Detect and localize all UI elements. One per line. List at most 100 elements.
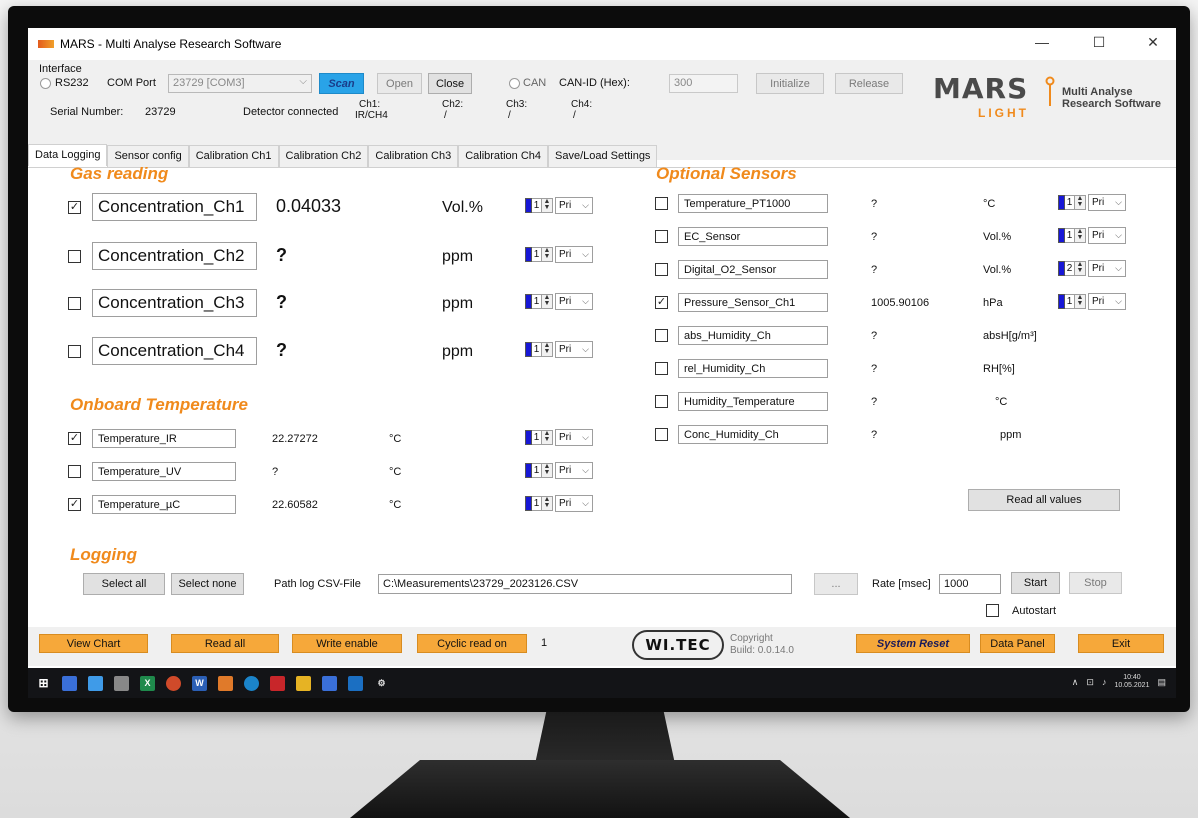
- temperature-uc-name[interactable]: Temperature_µC: [92, 495, 236, 514]
- concentration-ch1-name[interactable]: Concentration_Ch1: [92, 193, 257, 221]
- humidity-temperature-name[interactable]: Humidity_Temperature: [678, 392, 828, 411]
- priority-select[interactable]: Pri ⌵: [555, 197, 593, 214]
- close-icon[interactable]: ✕: [1139, 34, 1167, 51]
- read-all-button[interactable]: Read all: [171, 634, 279, 653]
- write-enable-button[interactable]: Write enable: [292, 634, 402, 653]
- concentration-ch1-checkbox[interactable]: ✓: [68, 201, 81, 214]
- spin-updown-icon[interactable]: ▲ ▼: [1075, 294, 1086, 309]
- speaker-icon[interactable]: ♪: [1102, 677, 1107, 687]
- series-color-swatch[interactable]: [525, 430, 532, 445]
- series-color-swatch[interactable]: [525, 294, 532, 309]
- priority-select[interactable]: Pri ⌵: [555, 429, 593, 446]
- spin-updown-icon[interactable]: ▲ ▼: [542, 342, 553, 357]
- priority-select[interactable]: Pri ⌵: [1088, 260, 1126, 277]
- pdf-icon[interactable]: [270, 675, 285, 691]
- close-button[interactable]: Close: [428, 73, 472, 94]
- tray-arrow-icon[interactable]: ∧: [1072, 677, 1079, 688]
- release-button[interactable]: Release: [835, 73, 903, 94]
- system-reset-button[interactable]: System Reset: [856, 634, 970, 653]
- temperature-ir-checkbox[interactable]: ✓: [68, 432, 81, 445]
- spin-updown-icon[interactable]: ▲ ▼: [1075, 228, 1086, 243]
- series-color-swatch[interactable]: [525, 342, 532, 357]
- path-log-input[interactable]: C:\Measurements\23729_2023126.CSV: [378, 574, 792, 594]
- cyclic-read-on-button[interactable]: Cyclic read on: [417, 634, 527, 653]
- excel-icon[interactable]: X: [140, 675, 155, 691]
- priority-select[interactable]: Pri ⌵: [1088, 293, 1126, 310]
- spin-updown-icon[interactable]: ▲ ▼: [542, 496, 553, 511]
- pressure-sensor-ch1-name[interactable]: Pressure_Sensor_Ch1: [678, 293, 828, 312]
- concentration-ch3-name[interactable]: Concentration_Ch3: [92, 289, 257, 317]
- tab-calibration-ch2[interactable]: Calibration Ch2: [278, 145, 369, 167]
- spin-updown-icon[interactable]: ▲ ▼: [542, 294, 553, 309]
- maximize-icon[interactable]: ☐: [1085, 34, 1113, 51]
- spin-updown-icon[interactable]: ▲ ▼: [1075, 261, 1086, 276]
- spin-value[interactable]: 1: [1065, 294, 1075, 309]
- start-button[interactable]: Start: [1011, 572, 1060, 594]
- app-icon-1[interactable]: [88, 675, 103, 691]
- tab-calibration-ch1[interactable]: Calibration Ch1: [188, 145, 279, 167]
- spin-value[interactable]: 1: [532, 430, 542, 445]
- temperature-uc-checkbox[interactable]: ✓: [68, 498, 81, 511]
- digital-o2-sensor-name[interactable]: Digital_O2_Sensor: [678, 260, 828, 279]
- concentration-ch2-checkbox[interactable]: [68, 250, 81, 263]
- rel-humidity-name[interactable]: rel_Humidity_Ch: [678, 359, 828, 378]
- priority-select[interactable]: Pri ⌵: [555, 246, 593, 263]
- series-color-swatch[interactable]: [1058, 294, 1065, 309]
- series-color-swatch[interactable]: [1058, 195, 1065, 210]
- tab-data-logging[interactable]: Data Logging: [28, 144, 108, 166]
- spin-updown-icon[interactable]: ▲ ▼: [542, 198, 553, 213]
- notification-icon[interactable]: ▤: [1157, 677, 1166, 688]
- concentration-ch4-name[interactable]: Concentration_Ch4: [92, 337, 257, 365]
- temperature-pt1000-checkbox[interactable]: [655, 197, 668, 210]
- minimize-icon[interactable]: —: [1028, 34, 1056, 50]
- word-icon[interactable]: W: [192, 675, 207, 691]
- temperature-uv-name[interactable]: Temperature_UV: [92, 462, 236, 481]
- select-all-button[interactable]: Select all: [83, 573, 165, 595]
- spin-value[interactable]: 2: [1065, 261, 1075, 276]
- tab-calibration-ch3[interactable]: Calibration Ch3: [368, 145, 459, 167]
- network-icon[interactable]: ⊡: [1086, 677, 1094, 688]
- temperature-pt1000-name[interactable]: Temperature_PT1000: [678, 194, 828, 213]
- spin-value[interactable]: 1: [532, 496, 542, 511]
- humidity-temperature-checkbox[interactable]: [655, 395, 668, 408]
- can-radio[interactable]: [509, 78, 520, 89]
- temperature-uv-checkbox[interactable]: [68, 465, 81, 478]
- rs232-radio[interactable]: [40, 78, 51, 89]
- priority-select[interactable]: Pri ⌵: [555, 341, 593, 358]
- tab-save-load-settings[interactable]: Save/Load Settings: [548, 145, 658, 167]
- view-chart-button[interactable]: View Chart: [39, 634, 148, 653]
- data-panel-button[interactable]: Data Panel: [980, 634, 1055, 653]
- com-port-select[interactable]: 23729 [COM3] ⌵: [168, 74, 312, 93]
- taskview-icon[interactable]: [62, 675, 77, 691]
- app-icon-3[interactable]: [322, 675, 337, 691]
- mars-app-icon[interactable]: [218, 675, 233, 691]
- series-color-swatch[interactable]: [525, 198, 532, 213]
- clock[interactable]: 10:40 10.05.2021: [1114, 674, 1149, 690]
- priority-select[interactable]: Pri ⌵: [555, 495, 593, 512]
- folder-icon[interactable]: [296, 675, 311, 691]
- priority-select[interactable]: Pri ⌵: [555, 462, 593, 479]
- conc-humidity-checkbox[interactable]: [655, 428, 668, 441]
- scan-button[interactable]: Scan: [319, 73, 364, 94]
- spin-updown-icon[interactable]: ▲ ▼: [1075, 195, 1086, 210]
- ec-sensor-checkbox[interactable]: [655, 230, 668, 243]
- initialize-button[interactable]: Initialize: [756, 73, 824, 94]
- app-icon-2[interactable]: [114, 675, 129, 691]
- rate-input[interactable]: 1000: [939, 574, 1001, 594]
- can-id-input[interactable]: 300: [669, 74, 738, 93]
- settings-gear-icon[interactable]: ⚙: [374, 676, 389, 691]
- tab-calibration-ch4[interactable]: Calibration Ch4: [458, 145, 549, 167]
- priority-select[interactable]: Pri ⌵: [1088, 194, 1126, 211]
- priority-select[interactable]: Pri ⌵: [1088, 227, 1126, 244]
- rel-humidity-checkbox[interactable]: [655, 362, 668, 375]
- priority-select[interactable]: Pri ⌵: [555, 293, 593, 310]
- select-none-button[interactable]: Select none: [171, 573, 244, 595]
- edge-icon[interactable]: [244, 675, 259, 691]
- spin-value[interactable]: 1: [532, 463, 542, 478]
- series-color-swatch[interactable]: [1058, 228, 1065, 243]
- read-all-values-button[interactable]: Read all values: [968, 489, 1120, 511]
- browser-icon[interactable]: [166, 675, 181, 691]
- spin-value[interactable]: 1: [1065, 195, 1075, 210]
- temperature-ir-name[interactable]: Temperature_IR: [92, 429, 236, 448]
- series-color-swatch[interactable]: [1058, 261, 1065, 276]
